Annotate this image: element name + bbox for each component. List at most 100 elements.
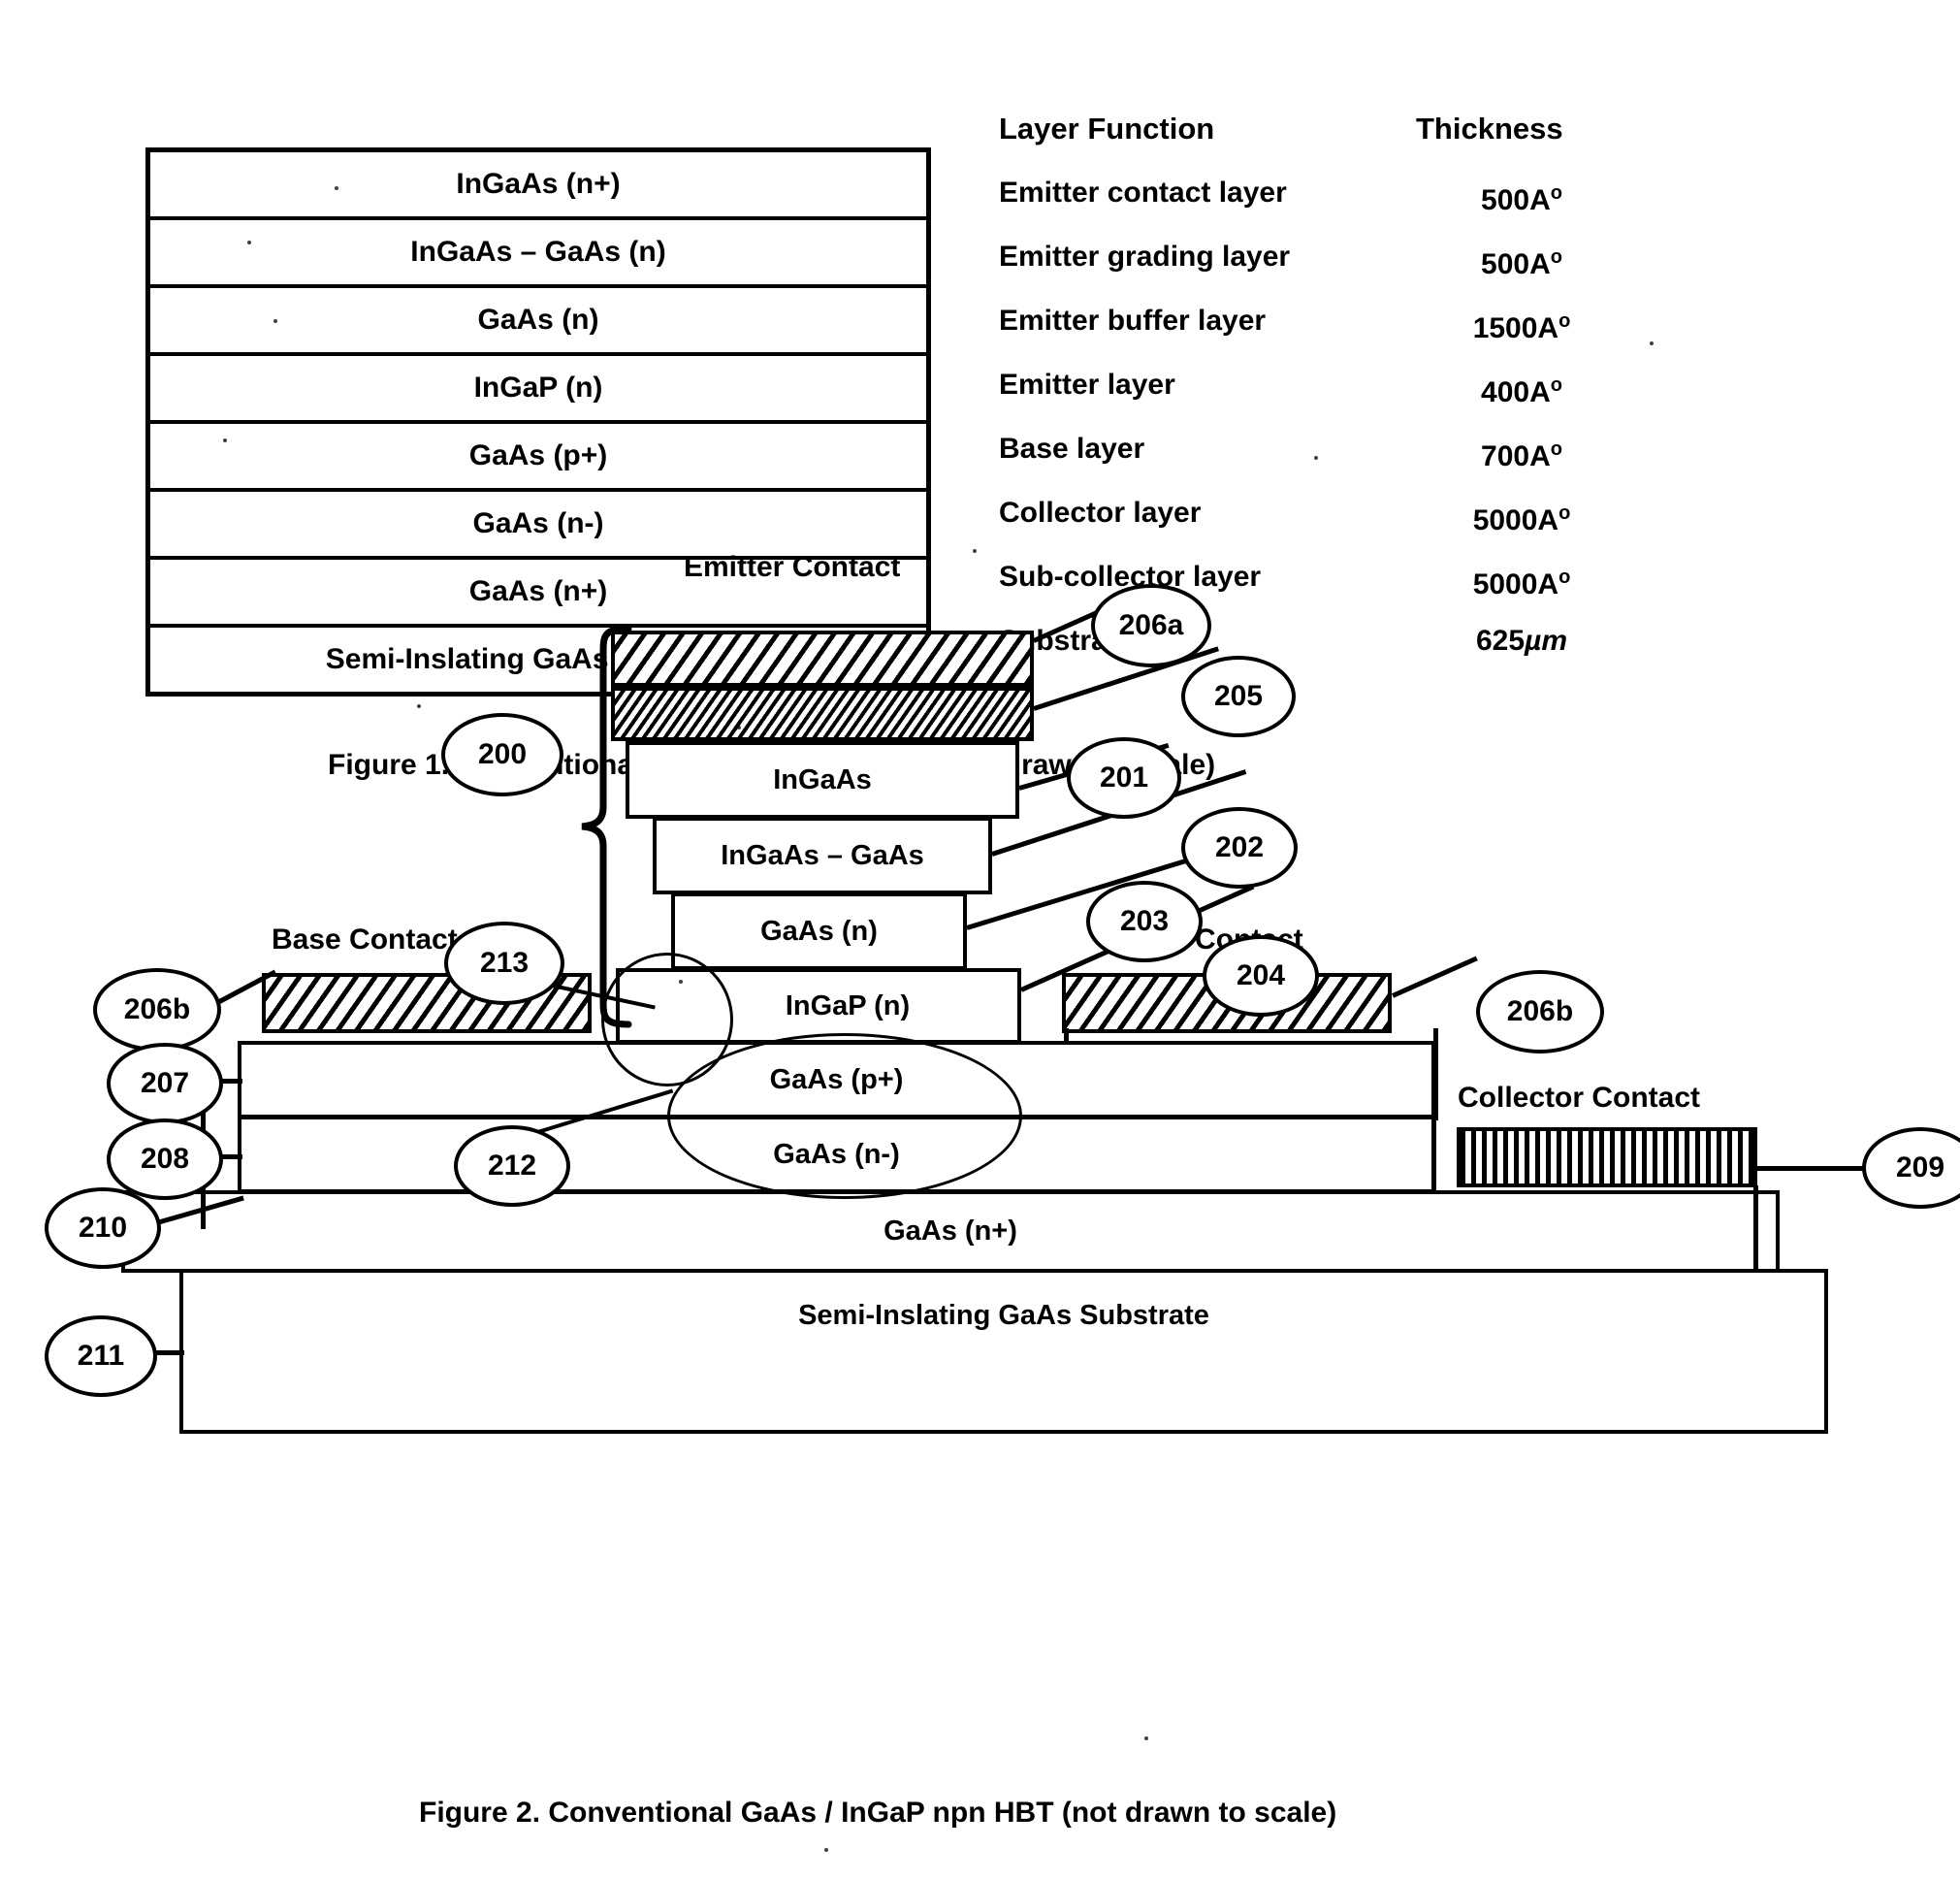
fig1-thickness-value: 400A [1481,376,1551,408]
fig1-function-cell: Collector layer [999,497,1202,529]
scan-speck [1650,341,1654,345]
fig2-layer-emitter-buffer: GaAs (n) [671,892,967,970]
scan-speck [417,704,421,708]
fig2-ingap-label: InGaP (n) [785,989,911,1021]
fig1-stack-label: GaAs (n+) [468,575,608,607]
scan-speck [978,713,981,717]
fig2-callout-203[interactable]: 203 [1086,881,1203,962]
fig1-thickness-column: Thickness 500Ao 500Ao 1500Ao 400Ao 700Ao… [1416,97,1668,673]
fig2-callout-207[interactable]: 207 [107,1043,223,1124]
fig2-callout-201[interactable]: 201 [1067,737,1181,819]
fig2-emitter-mesa-brace [574,625,642,1042]
fig2-collector-label: GaAs (n-) [773,1138,900,1170]
fig1-function-cell: Emitter buffer layer [999,305,1267,337]
fig2-callout-212[interactable]: 212 [454,1125,570,1207]
fig1-thickness-cell: 5000Ao [1416,481,1668,545]
fig1-stack-label: GaAs (n-) [472,507,604,539]
fig1-layer-stack-table: InGaAs (n+) InGaAs – GaAs (n) GaAs (n) I… [145,147,931,697]
fig1-thickness-cell: 500Ao [1416,161,1668,225]
fig2-callout-200[interactable]: 200 [441,713,563,796]
fig2-mesa-right-edge [1431,1116,1436,1193]
fig1-thickness-unit: o [1558,502,1571,524]
fig2-layer-base: GaAs (p+) [238,1041,1435,1118]
fig2-callout-206a[interactable]: 206a [1091,584,1211,667]
fig1-stack-row: GaAs (n-) [150,492,926,560]
figure2-caption: Figure 2. Conventional GaAs / InGaP npn … [419,1797,1337,1829]
fig2-callout-211[interactable]: 211 [45,1315,157,1397]
fig1-stack-label: InGaP (n) [473,372,603,404]
fig2-ingaas-label: InGaAs [773,763,872,795]
fig2-base-right-edge [1433,1028,1438,1120]
fig1-stack-label: InGaAs – GaAs (n) [410,236,666,268]
fig1-thickness-unit: o [1550,438,1562,460]
fig1-stack-row: GaAs (n) [150,288,926,356]
fig1-thickness-cell: 700Ao [1416,417,1668,481]
fig1-thickness-cell: 625µm [1416,609,1668,673]
fig1-function-cell: Sub-collector layer [999,561,1262,593]
fig1-function-cell: Emitter grading layer [999,241,1291,273]
fig1-function-cell: Emitter layer [999,369,1175,401]
fig1-thickness-unit: o [1550,374,1562,396]
fig2-leader-206b-right [1391,956,1478,998]
fig2-callout-206b-right[interactable]: 206b [1476,970,1604,1053]
fig2-callout-208[interactable]: 208 [107,1118,223,1200]
fig2-callout-202[interactable]: 202 [1181,807,1298,889]
fig1-function-cell: Base layer [999,433,1145,465]
scan-speck [737,726,741,729]
fig2-emitter-contact-label: Emitter Contact [684,551,901,583]
scan-speck [335,186,338,190]
fig2-callout-213[interactable]: 213 [444,922,564,1005]
fig2-layer-collector: GaAs (n-) [238,1116,1435,1193]
fig1-thickness-value: 1500A [1472,312,1559,344]
fig1-stack-row: InGaP (n) [150,356,926,424]
fig1-thickness-value: 5000A [1472,504,1559,536]
fig2-callout-205[interactable]: 205 [1181,656,1296,737]
fig1-thickness-value: 500A [1481,184,1551,216]
fig1-stack-label: GaAs (p+) [468,439,608,471]
fig2-layer-emitter-ingap: InGaP (n) [616,968,1021,1044]
scan-speck [273,319,277,323]
fig2-collector-contact-edge [1753,1185,1758,1271]
fig1-thickness-value: 700A [1481,440,1551,472]
fig2-emitter-contact-metal-205 [611,687,1034,741]
fig2-leader-209 [1757,1166,1866,1171]
fig1-function-column: Layer Function Emitter contact layer Emi… [999,97,1416,673]
fig1-stack-row: InGaAs (n+) [150,152,926,220]
fig2-callout-206b-left[interactable]: 206b [93,968,221,1052]
fig1-thickness-cell: 1500Ao [1416,289,1668,353]
fig1-thickness-unit: o [1558,310,1571,332]
fig1-thickness-unit: o [1550,246,1562,268]
fig1-function-header: Layer Function [999,112,1215,146]
scan-speck [1314,456,1318,460]
fig2-callout-209[interactable]: 209 [1862,1127,1960,1209]
fig2-layer-substrate: Semi-Inslating GaAs Substrate [179,1269,1828,1434]
scan-speck [973,549,977,553]
fig1-thickness-cell: 500Ao [1416,225,1668,289]
fig1-thickness-value: 500A [1481,248,1551,280]
scan-speck [824,1848,828,1852]
fig1-thickness-value: 5000A [1472,568,1559,600]
fig1-stack-label: GaAs (n) [477,304,599,336]
figure2-diagram: Semi-Inslating GaAs Substrate GaAs (n+) … [0,551,1960,1785]
fig1-thickness-unit: o [1558,567,1571,588]
fig1-stack-row: GaAs (p+) [150,424,926,492]
fig1-function-cell: Emitter contact layer [999,177,1287,209]
scan-speck [1144,1736,1148,1740]
fig2-emitter-contact-metal-206a [611,631,1034,687]
fig1-thickness-value: 625 [1475,625,1526,657]
fig1-thickness-unit: o [1550,182,1562,204]
fig2-callout-210[interactable]: 210 [45,1187,161,1269]
fig2-layer-emitter-cap: InGaAs [626,741,1019,819]
fig2-substrate-label: Semi-Inslating GaAs Substrate [798,1300,1209,1331]
fig2-ingaas-gaas-label: InGaAs – GaAs [721,839,924,871]
fig1-stack-row: InGaAs – GaAs (n) [150,220,926,288]
fig1-thickness-unit: µm [1525,625,1568,657]
fig1-thickness-cell: 400Ao [1416,353,1668,417]
fig2-layer-subcollector: GaAs (n+) [121,1190,1780,1273]
fig2-layer-grading: InGaAs – GaAs [653,817,992,894]
scan-speck [247,241,251,244]
fig2-base-contact-right-edge [1064,1028,1069,1044]
fig2-callout-204[interactable]: 204 [1203,935,1319,1017]
fig1-thickness-cell: 5000Ao [1416,545,1668,609]
fig2-gaas-n-label: GaAs (n) [760,915,878,947]
